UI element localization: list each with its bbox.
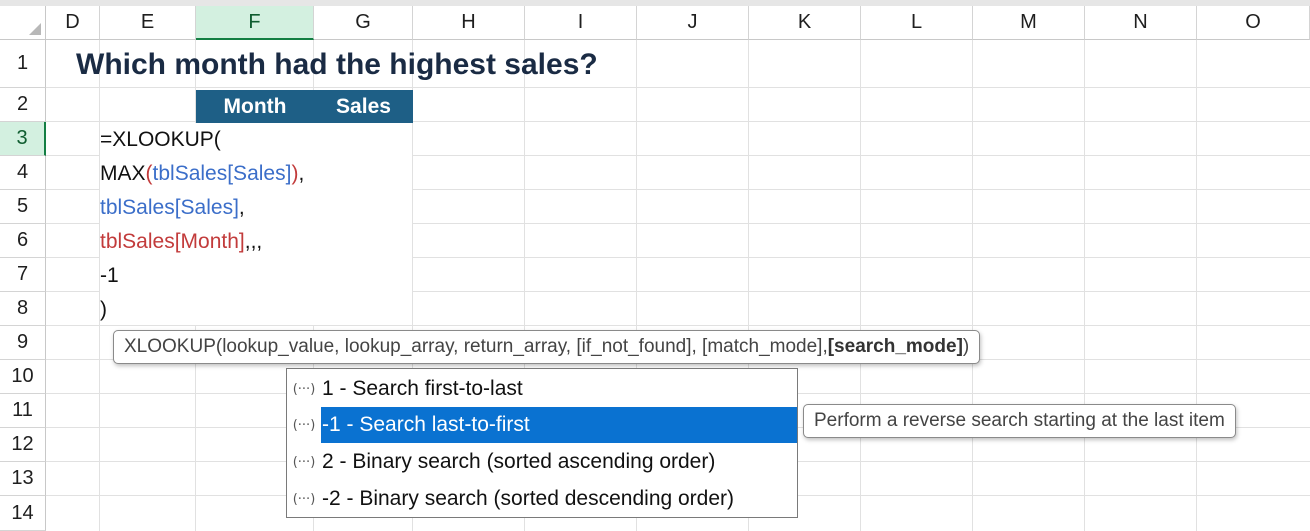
page-title: Which month had the highest sales?: [76, 48, 598, 81]
column-header-m[interactable]: M: [973, 6, 1085, 40]
table-header-sales[interactable]: Sales: [314, 90, 413, 123]
row-header-12[interactable]: 12: [0, 428, 46, 462]
row-header-4[interactable]: 4: [0, 156, 46, 190]
formula-line-4[interactable]: tblSales[Month],,,: [100, 230, 262, 254]
dropdown-option-minus2[interactable]: (···) -2 - Binary search (sorted descend…: [287, 481, 797, 517]
argument-value-icon: (···): [292, 381, 316, 397]
dropdown-option-label: -1 - Search last-to-first: [321, 407, 797, 443]
formula-line-5[interactable]: -1: [100, 264, 119, 288]
dropdown-option-2[interactable]: (···) 2 - Binary search (sorted ascendin…: [287, 444, 797, 480]
dropdown-option-label: -2 - Binary search (sorted descending or…: [322, 487, 735, 510]
formula-line-6[interactable]: ): [100, 298, 107, 322]
column-header-n[interactable]: N: [1085, 6, 1197, 40]
dropdown-option-minus1[interactable]: (···) -1 - Search last-to-first: [287, 407, 797, 443]
row-header-8[interactable]: 8: [0, 292, 46, 326]
column-header-j[interactable]: J: [637, 6, 749, 40]
table-header-month[interactable]: Month: [196, 90, 314, 123]
argument-value-icon: (···): [292, 491, 316, 507]
row-header-9[interactable]: 9: [0, 326, 46, 360]
column-header-k[interactable]: K: [749, 6, 861, 40]
column-header-h[interactable]: H: [413, 6, 525, 40]
row-header-11[interactable]: 11: [0, 394, 46, 428]
row-header-6[interactable]: 6: [0, 224, 46, 258]
row-header-3[interactable]: 3: [0, 122, 46, 156]
row-header-7[interactable]: 7: [0, 258, 46, 292]
formula-line-3[interactable]: tblSales[Sales],: [100, 196, 245, 220]
row-header-2[interactable]: 2: [0, 88, 46, 122]
search-mode-dropdown[interactable]: (···) 1 - Search first-to-last (···) -1 …: [286, 368, 798, 518]
spreadsheet-grid[interactable]: D E F G H I J K L M N O 1 2 3 4 5 6 7 8 …: [0, 6, 1310, 531]
select-all-button[interactable]: [0, 6, 46, 40]
argument-value-icon: (···): [292, 417, 316, 433]
column-header-e[interactable]: E: [100, 6, 196, 40]
option-description-tooltip: Perform a reverse search starting at the…: [803, 404, 1236, 438]
dropdown-option-1[interactable]: (···) 1 - Search first-to-last: [287, 371, 797, 407]
column-header-i[interactable]: I: [525, 6, 637, 40]
row-header-14[interactable]: 14: [0, 496, 46, 531]
column-header-l[interactable]: L: [861, 6, 973, 40]
current-argument: [search_mode]: [827, 336, 963, 357]
cell-editor-area[interactable]: [100, 123, 412, 325]
row-header-10[interactable]: 10: [0, 360, 46, 394]
dropdown-option-label: 2 - Binary search (sorted ascending orde…: [322, 450, 716, 473]
row-header-13[interactable]: 13: [0, 462, 46, 496]
column-header-d[interactable]: D: [46, 6, 100, 40]
column-header-o[interactable]: O: [1197, 6, 1310, 40]
signature-close: ): [962, 336, 970, 357]
row-header-1[interactable]: 1: [0, 40, 46, 88]
column-header-f[interactable]: F: [196, 6, 314, 40]
argument-value-icon: (···): [292, 454, 316, 470]
row-header-5[interactable]: 5: [0, 190, 46, 224]
column-header-g[interactable]: G: [314, 6, 413, 40]
formula-line-1[interactable]: =XLOOKUP(: [100, 128, 221, 152]
function-signature-tooltip: XLOOKUP(lookup_value, lookup_array, retu…: [113, 330, 981, 364]
formula-line-2[interactable]: MAX(tblSales[Sales]),: [100, 162, 304, 186]
signature-text: XLOOKUP(lookup_value, lookup_array, retu…: [124, 336, 828, 357]
dropdown-option-label: 1 - Search first-to-last: [322, 377, 523, 400]
